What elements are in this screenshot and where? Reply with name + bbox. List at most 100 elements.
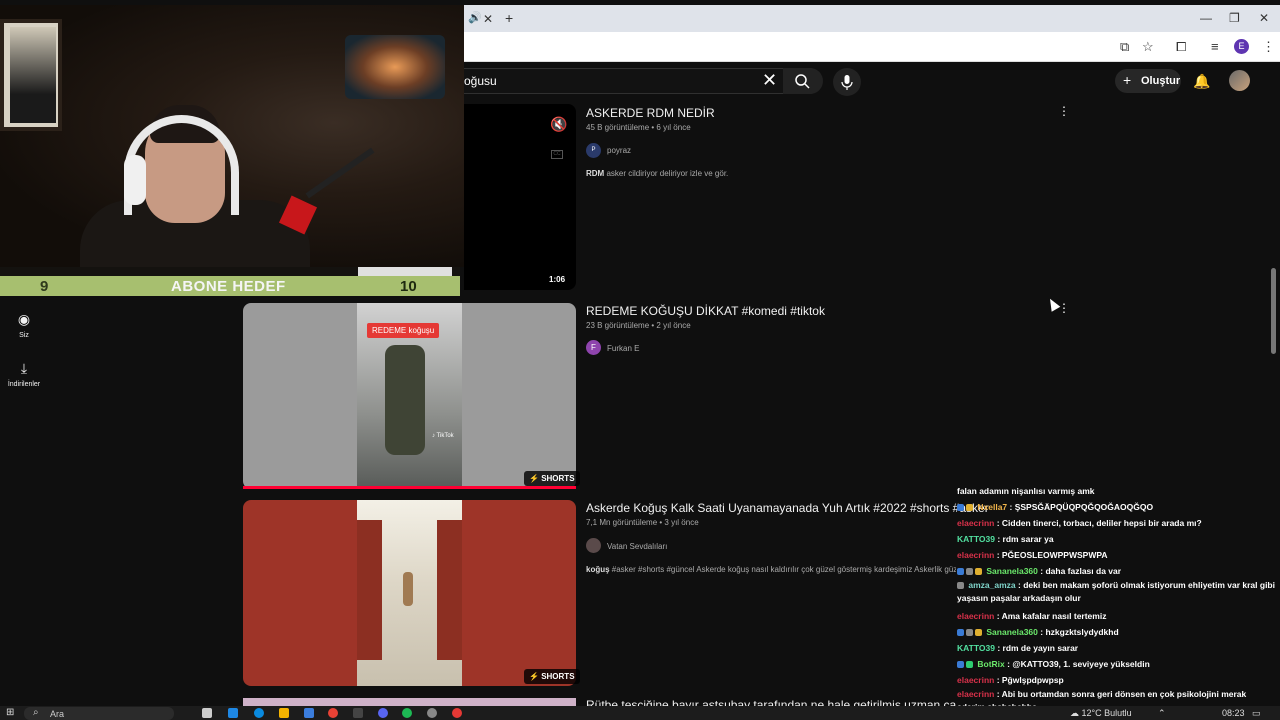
chat-text: ŞSPSĞÄPQÜQPQĞQOĞAOQĞQO (1014, 502, 1154, 512)
page-scrollbar[interactable] (1271, 268, 1276, 354)
chat-username: Sananela360 (986, 566, 1038, 576)
muted-icon[interactable]: 🔇 (550, 116, 567, 133)
tab-close-button[interactable]: ✕ (483, 12, 493, 26)
desc-highlight: RDM (586, 169, 605, 178)
sidebar-item-downloads[interactable]: ⤓ İndirilenler (0, 360, 48, 388)
create-button[interactable]: + Oluştur (1115, 69, 1181, 93)
install-app-icon[interactable]: ⧉ (1120, 39, 1129, 55)
search-button[interactable] (783, 68, 823, 94)
spotify-icon[interactable] (402, 708, 412, 718)
more-actions-icon[interactable]: ⋮ (1058, 301, 1070, 315)
video-description: RDM asker cildiriyor deliriyor izle ve g… (586, 169, 728, 178)
task-view-icon[interactable] (202, 708, 212, 718)
channel-name[interactable]: Vatan Sevdalıları (607, 542, 667, 551)
video-title[interactable]: ASKERDE RDM NEDİR (586, 106, 715, 120)
search-icon: ⌕ (33, 707, 39, 718)
settings-icon[interactable] (427, 708, 437, 718)
search-input[interactable]: oğusu (464, 74, 497, 88)
chat-message: elaecrinn : Pğwlşpdpwpsp (957, 675, 1064, 685)
chat-message: elaecrinn : Ama kafalar nasıl tertemiz (957, 611, 1107, 621)
chat-message: elaecrinn : Cidden tinerci, torbacı, del… (957, 518, 1202, 528)
chat-message: amza_amza : deki ben makam şoforü olmak … (957, 580, 1275, 603)
plus-icon: + (1123, 72, 1132, 88)
more-actions-icon[interactable]: ⋮ (1058, 104, 1070, 118)
channel-name[interactable]: Furkan E (607, 344, 639, 353)
chat-username: KATTO39 (957, 534, 995, 544)
chat-message: elaecrinn : PĞEOSLEOWPPWSPWPA (957, 550, 1108, 560)
shorts-label: SHORTS (541, 672, 575, 681)
upload-age: 6 yıl önce (656, 123, 691, 132)
channel-avatar[interactable]: P (586, 143, 601, 158)
desc-text: asker cildiriyor deliriyor izle ve gör. (604, 169, 729, 178)
sidebar-item-label: İndirilenler (7, 381, 41, 388)
browser-menu-icon[interactable]: ⋮ (1262, 39, 1275, 55)
notifications-bell-icon[interactable]: 🔔 (1193, 73, 1210, 90)
chat-message: KATTO39 : rdm sarar ya (957, 534, 1054, 544)
tray-chevron-icon[interactable]: ⌃ (1158, 708, 1166, 719)
download-icon: ⤓ (20, 360, 28, 376)
chat-username: Sananela360 (986, 627, 1038, 637)
video-description: koğuş #asker #shorts #güncel Askerde koğ… (586, 565, 956, 574)
channel-avatar[interactable] (586, 538, 601, 553)
mic-arm (305, 147, 375, 199)
account-avatar[interactable] (1229, 70, 1250, 91)
notification-icon[interactable]: ▭ (1252, 708, 1261, 719)
video-meta: 23 B görüntüleme • 2 yıl önce (586, 321, 691, 330)
chat-message: Sananela360 : hzkgzktslydydkhd (957, 624, 1275, 640)
chat-text: rdm de yayın sarar (1002, 643, 1079, 653)
taskbar-search-label: Ara (50, 709, 65, 719)
media-control-icon[interactable]: ≡ (1211, 39, 1219, 54)
captions-icon[interactable]: CC (551, 150, 563, 159)
edge-icon[interactable] (254, 708, 264, 718)
chat-text: Ama kafalar nasıl tertemiz (1001, 611, 1107, 621)
sidebar-item-you[interactable]: ◉ Siz (0, 311, 48, 339)
clear-search-icon[interactable]: ✕ (762, 70, 777, 91)
chat-text: @KATTO39, 1. seviyeye yükseldin (1012, 659, 1150, 669)
desc-highlight: koğuş (586, 565, 610, 574)
chat-username: elaecrinn (957, 675, 995, 685)
chat-text: hzkgzktslydydkhd (1045, 627, 1119, 637)
browser-tab-bar (464, 5, 1280, 32)
video-title[interactable]: REDEME KOĞUŞU DİKKAT #komedi #tiktok (586, 304, 825, 318)
goal-target: 10 (400, 278, 417, 295)
video-title[interactable]: Askerde Koğuş Kalk Saati Uyanamayanada Y… (586, 501, 989, 515)
chat-username: KATTO39 (957, 643, 995, 653)
extensions-icon[interactable]: ⧠ (1176, 39, 1186, 55)
clock[interactable]: 08:23 (1222, 708, 1245, 718)
desc-text: #asker #shorts #güncel Askerde koğuş nas… (609, 565, 956, 574)
goal-title: ABONE HEDEF (171, 278, 286, 295)
copilot-icon[interactable] (228, 708, 238, 718)
chat-text: PĞEOSLEOWPPWSPWPA (1001, 550, 1108, 560)
store-icon[interactable] (304, 708, 314, 718)
file-explorer-icon[interactable] (279, 708, 289, 718)
chat-text: Pğwlşpdpwpsp (1001, 675, 1064, 685)
monitor-wallpaper (345, 35, 445, 99)
search-icon (795, 74, 810, 89)
video-duration: 1:06 (549, 275, 566, 284)
headphone-earcup (124, 155, 146, 205)
maximize-icon[interactable]: ❐ (1229, 11, 1240, 25)
new-tab-button[interactable]: + (505, 10, 513, 26)
channel-avatar[interactable]: F (586, 340, 601, 355)
discord-icon[interactable] (378, 708, 388, 718)
microphone-icon (841, 75, 853, 90)
channel-name[interactable]: poyraz (607, 146, 631, 155)
shorts-label: SHORTS (541, 474, 575, 483)
chat-username: Nxella7 (977, 502, 1008, 512)
close-window-icon[interactable]: ✕ (1259, 11, 1269, 25)
video-title[interactable]: Rütbe teşçiğine bayır astsubay tarafında… (586, 698, 956, 706)
windows-start-icon[interactable]: ⊞ (6, 707, 14, 718)
weather-widget[interactable]: ☁ 12°C Bulutlu (1070, 708, 1132, 719)
minimize-icon[interactable]: — (1200, 11, 1212, 25)
bookmark-star-icon[interactable]: ☆ (1142, 39, 1154, 55)
profile-avatar[interactable]: E (1234, 39, 1249, 54)
app-icon[interactable] (353, 708, 363, 718)
chrome-icon[interactable] (328, 708, 338, 718)
view-count: 7,1 Mn görüntüleme (586, 518, 658, 527)
shorts-badge: ⚡ SHORTS (524, 471, 580, 486)
tab-audio-icon[interactable]: 🔊 (468, 11, 482, 24)
voice-search-button[interactable] (833, 68, 861, 96)
chat-text: rdm sarar ya (1002, 534, 1054, 544)
taskbar-search[interactable]: ⌕ Ara (24, 707, 174, 720)
obs-icon[interactable] (452, 708, 462, 718)
